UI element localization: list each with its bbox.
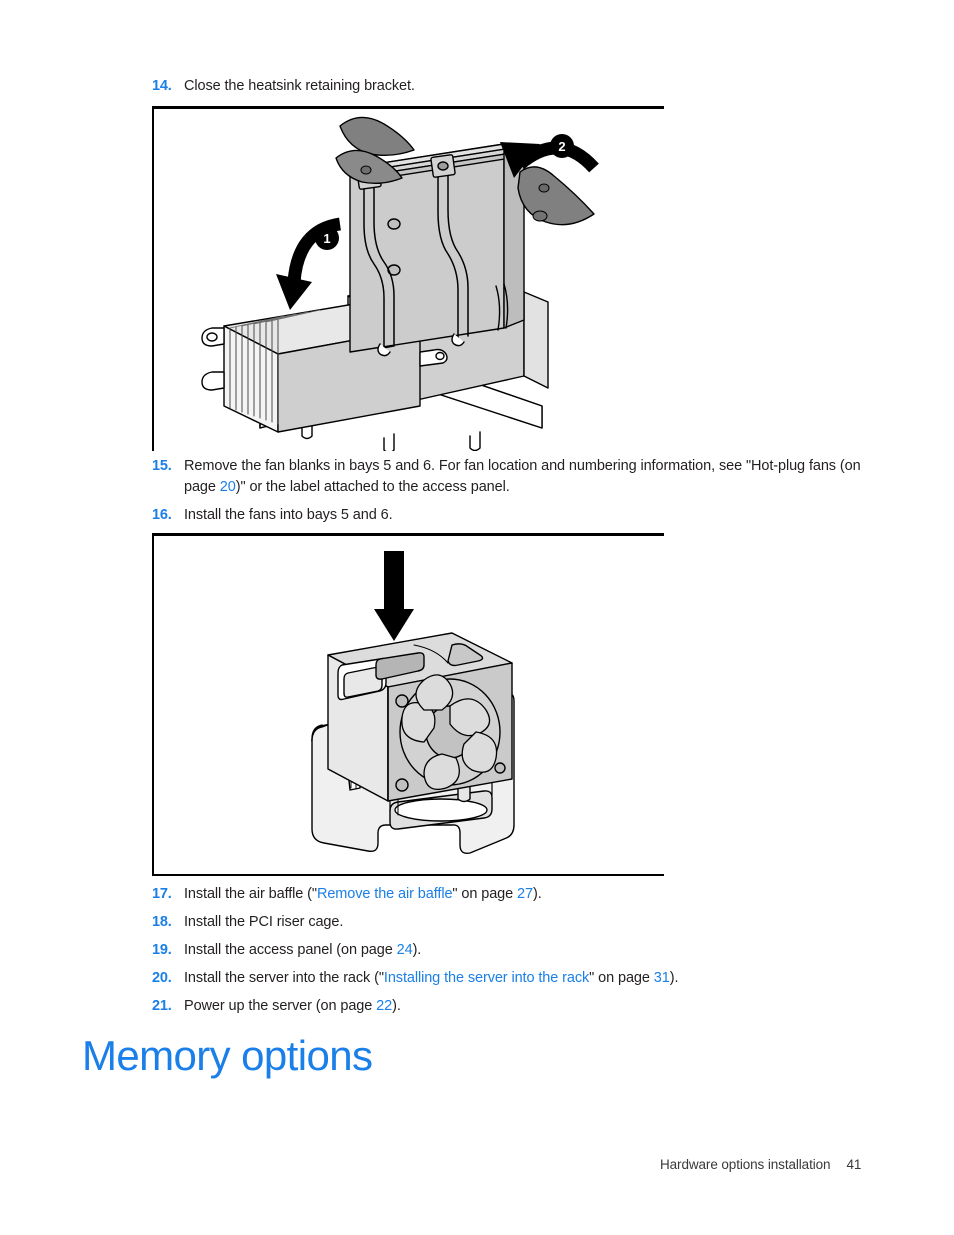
step-number: 18. [152, 914, 172, 930]
page-link[interactable]: 24 [397, 942, 413, 958]
step-item: 18. Install the PCI riser cage. [152, 912, 882, 933]
step-number: 15. [152, 458, 172, 474]
step-item: 17. Install the air baffle ("Remove the … [152, 884, 882, 905]
page-link[interactable]: 20 [220, 479, 236, 495]
step-text: Install the air baffle ("Remove the air … [184, 886, 542, 902]
page-footer: Hardware options installation 41 [660, 1157, 861, 1172]
callout-badge-2: 2 [550, 134, 574, 158]
step-number: 17. [152, 886, 172, 902]
step-number: 20. [152, 970, 172, 986]
page-title: Memory options [82, 1032, 373, 1079]
page-link[interactable]: 31 [654, 970, 670, 986]
step-item: 20. Install the server into the rack ("I… [152, 968, 882, 989]
document-page: 14. Close the heatsink retaining bracket… [0, 0, 954, 1235]
page-link[interactable]: 22 [376, 998, 392, 1014]
footer-section-title: Hardware options installation [660, 1157, 831, 1172]
step-text: Power up the server (on page 22). [184, 998, 401, 1014]
callout-badge-1: 1 [315, 226, 339, 250]
step-item: 19. Install the access panel (on page 24… [152, 940, 882, 961]
step-number: 16. [152, 507, 172, 523]
step-text: Install the fans into bays 5 and 6. [184, 507, 393, 523]
step-number: 19. [152, 942, 172, 958]
step-text: Close the heatsink retaining bracket. [184, 78, 415, 94]
step-number: 14. [152, 78, 172, 94]
step-text: Install the PCI riser cage. [184, 914, 344, 930]
step-text: Install the access panel (on page 24). [184, 942, 422, 958]
step-item: 14. Close the heatsink retaining bracket… [152, 76, 882, 97]
step-item: 16. Install the fans into bays 5 and 6. [152, 505, 882, 526]
svg-text:1: 1 [323, 231, 330, 246]
footer-page-number: 41 [846, 1157, 862, 1172]
svg-text:2: 2 [558, 139, 565, 154]
step-text: Remove the fan blanks in bays 5 and 6. F… [184, 458, 861, 495]
figure-hot-plug-fan-install [152, 533, 664, 876]
cross-reference-link[interactable]: Remove the air baffle [317, 886, 453, 902]
step-item: 15. Remove the fan blanks in bays 5 and … [152, 456, 882, 497]
step-text: Install the server into the rack ("Insta… [184, 970, 679, 986]
page-link[interactable]: 27 [517, 886, 533, 902]
fan-install-illustration [311, 551, 515, 855]
step-number: 21. [152, 998, 172, 1014]
cross-reference-link[interactable]: Installing the server into the rack [384, 970, 589, 986]
heatsink-bracket-illustration: 1 2 [201, 116, 599, 451]
figure-heatsink-retaining-bracket: 1 2 [152, 106, 664, 451]
insertion-arrow-down [374, 551, 414, 641]
step-item: 21. Power up the server (on page 22). [152, 996, 882, 1017]
